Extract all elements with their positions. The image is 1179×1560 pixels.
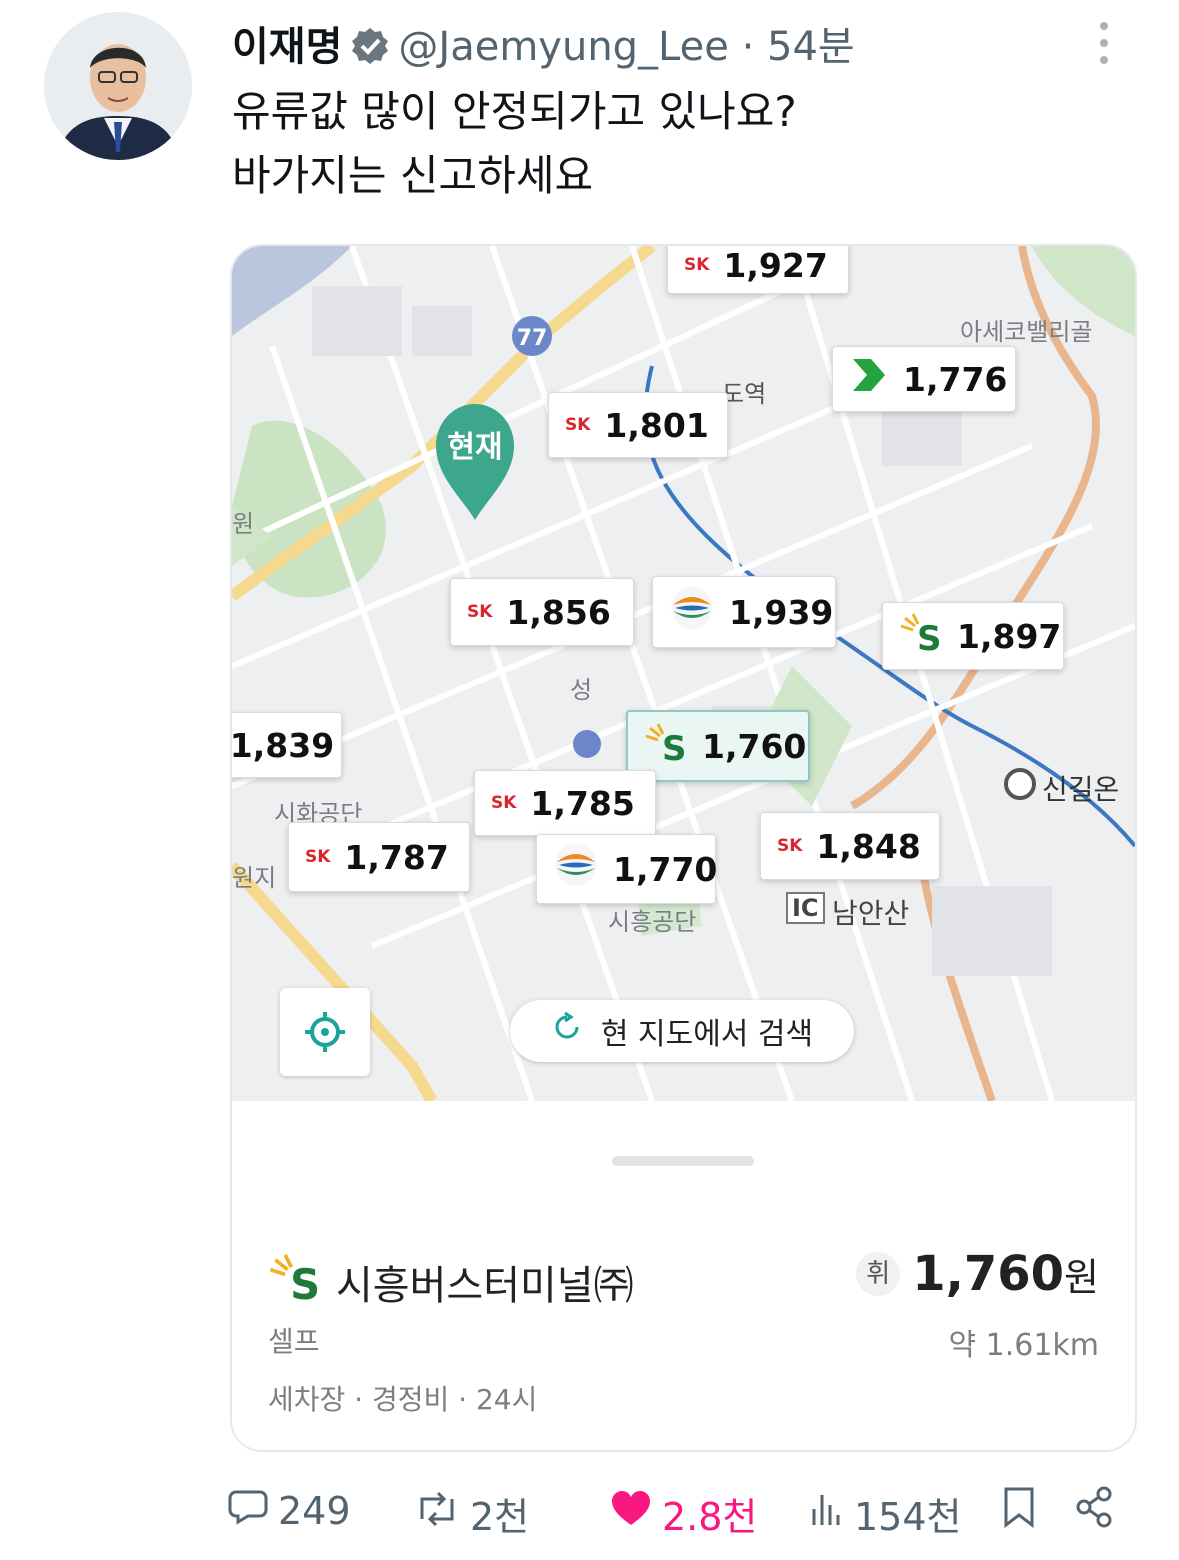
station-type: 셀프 [268, 1325, 320, 1358]
share-icon[interactable] [1074, 1486, 1124, 1528]
retweet-icon [414, 1489, 470, 1538]
price-marker[interactable]: S 1,897 [882, 602, 1064, 670]
price-value: 1,939 [729, 592, 834, 632]
current-pin-label: 현재 [447, 430, 503, 465]
station-price-unit: 원 [1064, 1255, 1099, 1300]
tweet-line-2: 바가지는 신고하세요 [232, 151, 594, 200]
svg-text:S: S [917, 619, 942, 652]
price-marker[interactable]: SK 1,787 [288, 822, 470, 892]
action-bar: 249 2천 2.8천 154천 [0, 1486, 1179, 1539]
price-marker[interactable]: SK 1,848 [760, 812, 940, 880]
sk-logo-icon: SK [565, 415, 591, 435]
map-label-area6: 시흥공단 [608, 908, 697, 936]
station-distance: 약 1.61km [948, 1328, 1099, 1363]
map-label-ic: IC [786, 892, 825, 924]
svg-text:S: S [662, 729, 687, 762]
price-marker[interactable]: 1,770 [536, 834, 718, 904]
price-value: 1,770 [613, 849, 718, 889]
price-value: 1,760 [702, 726, 807, 766]
heart-icon [610, 1489, 662, 1538]
sk-logo-icon: SK [305, 847, 331, 867]
svg-text:S: S [290, 1260, 320, 1302]
station-title[interactable]: S 시흥버스터미널㈜ [268, 1252, 634, 1312]
tweet-header: 이재명 @Jaemyung_Lee · 54분 [232, 14, 855, 76]
station-price-value: 1,760 [912, 1246, 1065, 1302]
price-value: 1,897 [957, 616, 1062, 656]
map-label-station: 도역 [722, 380, 767, 408]
price-value: 1,787 [344, 837, 449, 877]
price-marker[interactable]: 1,839 [232, 712, 342, 778]
more-vertical-icon[interactable] [1092, 20, 1116, 66]
price-marker[interactable]: 1,776 [832, 346, 1016, 412]
media-card[interactable]: 77 아세코밸리골 도역 원 성 시화공단 원지 시흥공단 IC 남안산 신길온… [230, 244, 1137, 1452]
map-label-area3: 성 [570, 676, 593, 704]
bookmark-icon[interactable] [1002, 1486, 1046, 1528]
green-arrow-logo-icon [849, 355, 889, 403]
tweet-line-1: 유류값 많이 안정되가고 있나요? [232, 87, 797, 136]
crosshair-icon[interactable] [280, 988, 370, 1076]
fuel-type-badge: 휘 [856, 1252, 901, 1296]
gs-logo-icon [553, 842, 599, 896]
price-marker[interactable]: SK 1,785 [474, 770, 656, 836]
s-oil-logo-icon: S [899, 612, 943, 660]
s-oil-logo-icon: S [644, 722, 688, 770]
price-value: 1,776 [903, 359, 1008, 399]
sheet-handle[interactable] [612, 1156, 754, 1166]
sk-logo-icon: SK [777, 836, 803, 856]
reply-button[interactable]: 249 [228, 1486, 351, 1535]
views-count: 154천 [854, 1495, 962, 1539]
current-location-pin[interactable]: 현재 [432, 402, 518, 526]
route-badge: 77 [517, 326, 548, 351]
author-name[interactable]: 이재명 [232, 24, 342, 70]
price-value: 1,856 [506, 592, 611, 632]
map-label-area1: 아세코밸리골 [960, 318, 1093, 346]
price-marker[interactable]: SK 1,801 [548, 392, 728, 458]
sk-logo-icon: SK [684, 255, 710, 275]
verified-badge-icon [350, 26, 390, 76]
price-value: 1,785 [530, 783, 635, 823]
price-value: 1,927 [723, 246, 828, 285]
refresh-icon [551, 1011, 583, 1051]
search-this-map-button[interactable]: 현 지도에서 검색 [510, 1000, 854, 1062]
price-value: 1,839 [232, 725, 335, 765]
reply-count: 249 [278, 1488, 351, 1533]
dot-separator: · [741, 24, 755, 70]
map-label-area5: 원지 [232, 864, 277, 892]
avatar[interactable] [44, 12, 192, 160]
station-name: 시흥버스터미널㈜ [336, 1263, 634, 1309]
price-marker[interactable]: SK 1,856 [450, 578, 634, 646]
like-button[interactable]: 2.8천 [610, 1486, 757, 1541]
station-amenities: 세차장 · 경정비 · 24시 [268, 1383, 538, 1416]
sk-logo-icon: SK [467, 602, 493, 622]
search-this-map-label: 현 지도에서 검색 [600, 1017, 814, 1052]
price-value: 1,801 [604, 405, 709, 445]
retweet-count: 2천 [470, 1495, 530, 1539]
like-count: 2.8천 [662, 1495, 758, 1539]
retweet-button[interactable]: 2천 [414, 1486, 529, 1541]
station-price: 휘 1,760원 [856, 1246, 1099, 1302]
map-view[interactable]: 77 아세코밸리골 도역 원 성 시화공단 원지 시흥공단 IC 남안산 신길온… [232, 246, 1135, 1101]
tweet-time[interactable]: 54분 [767, 24, 855, 70]
sk-logo-icon: SK [491, 793, 517, 813]
views-icon [808, 1489, 854, 1538]
reply-icon [228, 1486, 278, 1535]
views-button[interactable]: 154천 [808, 1486, 962, 1541]
author-handle[interactable]: @Jaemyung_Lee [398, 24, 728, 70]
gs-logo-icon [669, 585, 715, 639]
map-label-area7: 남안산 [832, 897, 910, 930]
s-oil-logo-icon: S [268, 1252, 322, 1312]
tweet-text: 유류값 많이 안정되가고 있나요? 바가지는 신고하세요 [232, 80, 797, 208]
map-label-area8: 신길온 [1042, 773, 1120, 806]
price-marker[interactable]: SK 1,927 [667, 246, 849, 294]
price-value: 1,848 [816, 826, 921, 866]
map-label-area2: 원 [232, 510, 255, 538]
price-marker[interactable]: 1,939 [652, 576, 836, 648]
